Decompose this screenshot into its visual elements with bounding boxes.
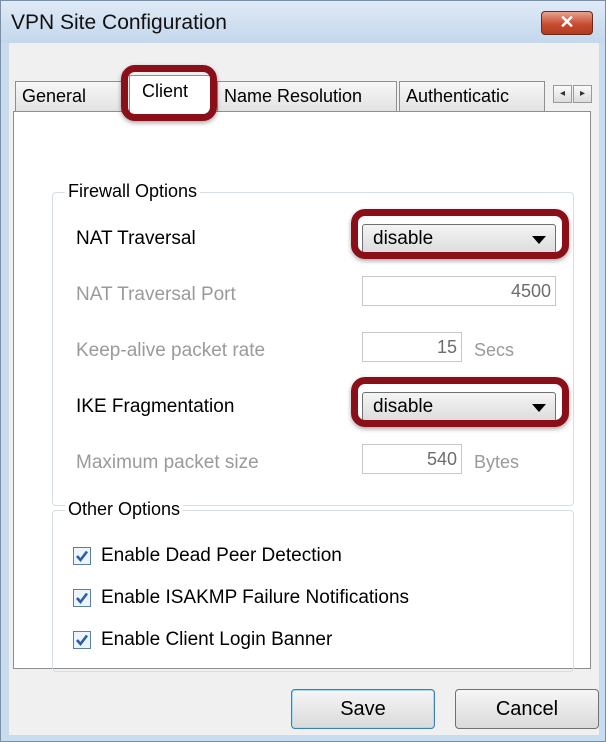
tab-label: Name Resolution [224,86,363,106]
chevron-down-icon [532,404,546,412]
checkmark-icon [76,592,89,605]
tab-label: General [22,86,87,106]
checkbox[interactable] [73,589,91,607]
keep-alive-unit: Secs [474,340,515,360]
max-packet-size-field[interactable]: 540 [362,444,462,474]
option-label: Enable ISAKMP Failure Notifications [101,587,410,608]
ike-fragmentation-select[interactable]: disable [362,392,556,422]
vpn-site-configuration-dialog: VPN Site Configuration ✕ General Client … [0,0,606,742]
other-options-group: Other Options Enable Dead Peer Detection [52,499,574,672]
tab-label: Authenticatic [406,86,510,106]
select-value: disable [373,228,434,249]
checkmark-icon [76,634,89,647]
close-icon: ✕ [559,12,575,32]
tab-general[interactable]: General [15,81,123,111]
nat-traversal-port-label: NAT Traversal Port [76,284,236,305]
tab-scroll-right-button[interactable]: ▸ [573,85,592,103]
title-bar[interactable]: VPN Site Configuration ✕ [1,1,605,43]
tab-label: Client [142,81,189,101]
group-label: Other Options [65,499,184,520]
tab-strip: General Client Name Resolution Authentic… [9,43,599,113]
select-value: disable [373,396,434,417]
field-value: 540 [426,449,457,469]
tab-client[interactable]: Client [129,75,213,113]
option-label: Enable Client Login Banner [101,629,333,650]
field-value: 15 [436,337,457,357]
nat-traversal-port-field[interactable]: 4500 [362,276,556,306]
group-label: Firewall Options [65,181,201,202]
cancel-button[interactable]: Cancel [455,689,599,729]
client-tab-panel: Firewall Options NAT Traversal disable N… [13,111,591,672]
chevron-right-icon: ▸ [579,88,586,99]
tab-scroll-left-button[interactable]: ◂ [553,85,572,103]
tab-authentication[interactable]: Authenticatic [399,81,545,111]
checkbox[interactable] [73,547,91,565]
nat-traversal-select[interactable]: disable [362,224,556,254]
field-value: 4500 [510,281,551,301]
keep-alive-rate-label: Keep-alive packet rate [76,340,266,361]
option-label: Enable Dead Peer Detection [101,545,342,566]
button-label: Save [340,698,386,720]
max-packet-size-unit: Bytes [474,452,520,472]
checkmark-icon [76,550,89,563]
window-title: VPN Site Configuration [11,11,227,34]
tab-name-resolution[interactable]: Name Resolution [217,81,397,111]
save-button[interactable]: Save [291,689,435,729]
max-packet-size-label: Maximum packet size [76,452,259,473]
button-label: Cancel [495,698,559,720]
keep-alive-rate-field[interactable]: 15 [362,332,462,362]
chevron-left-icon: ◂ [559,88,566,99]
close-button[interactable]: ✕ [541,11,593,35]
chevron-down-icon [532,236,546,244]
ike-fragmentation-label: IKE Fragmentation [76,396,235,417]
checkbox[interactable] [73,631,91,649]
dialog-body: General Client Name Resolution Authentic… [9,43,599,735]
nat-traversal-label: NAT Traversal [76,228,196,249]
